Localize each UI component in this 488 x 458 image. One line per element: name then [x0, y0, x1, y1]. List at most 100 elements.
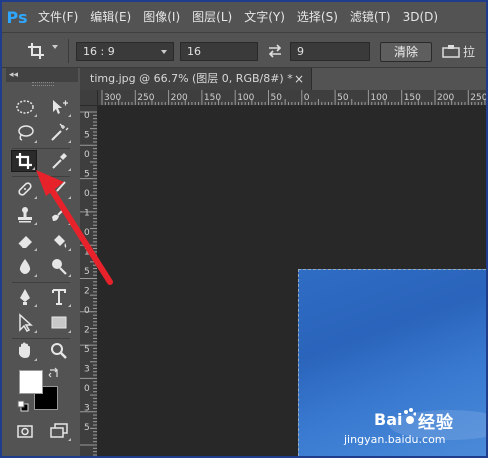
ruler-label: 150 — [204, 93, 221, 103]
swap-colors-icon[interactable] — [48, 367, 60, 379]
quick-mask-button[interactable] — [12, 420, 38, 442]
foreground-color-swatch[interactable] — [19, 370, 43, 394]
eyedropper-icon — [52, 153, 67, 169]
history-brush-tool[interactable] — [46, 204, 72, 226]
dodge-icon — [52, 259, 67, 275]
hand-tool[interactable] — [12, 340, 38, 362]
horizontal-ruler[interactable]: 30025020015010050050100150200250300 — [98, 90, 486, 106]
menu-filter[interactable]: 滤镜(T) — [344, 2, 397, 32]
pen-tool[interactable] — [12, 286, 38, 308]
ruler-label: 200 — [171, 93, 188, 103]
ruler-label: 1 — [84, 209, 90, 219]
default-colors-icon[interactable] — [17, 400, 29, 412]
crop-tool-preset-icon[interactable] — [26, 41, 48, 61]
baidu-paw-logo: Bai — [374, 408, 416, 429]
ruler-label: 0 — [84, 111, 90, 121]
straighten-label[interactable]: 拉 — [463, 43, 475, 60]
menu-select[interactable]: 选择(S) — [291, 2, 344, 32]
ruler-label: 0 — [84, 150, 90, 160]
brush-icon — [52, 181, 66, 196]
blur-icon — [19, 259, 31, 274]
canvas-workspace[interactable]: Bai 经验 jingyan.baidu.com — [98, 106, 486, 456]
ruler-label: 0 — [84, 384, 90, 394]
divider — [12, 338, 70, 339]
divider — [12, 176, 70, 177]
photoshop-window: Ps 文件(F) 编辑(E) 图像(I) 图层(L) 文字(Y) 选择(S) 滤… — [2, 2, 486, 456]
paint-bucket-icon — [54, 235, 67, 248]
bandage-icon — [18, 182, 32, 196]
close-tab-icon[interactable]: × — [294, 68, 304, 90]
app-logo: Ps — [6, 7, 28, 27]
ruler-label: 300 — [104, 93, 121, 103]
ruler-label: 5 — [84, 423, 90, 433]
document-tab[interactable]: timg.jpg @ 66.7% (图层 0, RGB/8#) * × — [80, 68, 312, 90]
quick-mask-icon — [17, 425, 33, 438]
ruler-origin[interactable] — [80, 90, 98, 106]
ruler-label: 5 — [84, 345, 90, 355]
menu-edit[interactable]: 编辑(E) — [84, 2, 137, 32]
hand-icon — [19, 342, 30, 358]
menu-3d[interactable]: 3D(D) — [397, 2, 444, 32]
tool-preset-caret-icon[interactable] — [52, 45, 58, 49]
horizontal-ruler-ticks: 30025020015010050050100150200250300 — [101, 90, 486, 105]
type-icon — [52, 289, 66, 305]
ruler-label: 5 — [84, 170, 90, 180]
tools-panel-header: ◂◂ — [6, 68, 78, 82]
menu-file[interactable]: 文件(F) — [32, 2, 84, 32]
eraser-tool[interactable] — [12, 230, 38, 252]
move-tool[interactable] — [46, 96, 72, 118]
zoom-icon — [51, 343, 67, 359]
divider — [12, 282, 70, 283]
clone-stamp-tool[interactable] — [12, 204, 38, 226]
ruler-label: 0 — [304, 93, 310, 103]
ratio-width-input[interactable]: 16 — [180, 42, 258, 61]
options-bar: 16 : 9 16 9 清除 拉 — [2, 32, 486, 68]
crop-tool[interactable] — [11, 150, 37, 172]
panel-grip[interactable] — [32, 82, 54, 86]
type-tool[interactable] — [46, 286, 72, 308]
ruler-label: 50 — [271, 93, 283, 103]
pen-icon — [20, 289, 30, 305]
ruler-label: 5 — [84, 267, 90, 277]
crop-icon — [16, 153, 32, 169]
aspect-ratio-select[interactable]: 16 : 9 — [76, 42, 174, 61]
vertical-ruler[interactable]: 0 5 0 5 0 1 0 1 5 2 0 2 5 3 0 3 5 — [80, 106, 98, 456]
ruler-label: 0 — [84, 228, 90, 238]
rectangle-icon — [51, 316, 67, 329]
dodge-tool[interactable] — [46, 256, 72, 278]
watermark-url: jingyan.baidu.com — [344, 433, 446, 446]
marquee-tool[interactable] — [12, 96, 38, 118]
brush-tool[interactable] — [46, 178, 72, 200]
menu-image[interactable]: 图像(I) — [137, 2, 186, 32]
ruler-label: 200 — [437, 93, 454, 103]
screen-mode-button[interactable] — [46, 420, 72, 442]
paint-bucket-tool[interactable] — [46, 230, 72, 252]
menu-layer[interactable]: 图层(L) — [186, 2, 238, 32]
ruler-label: 2 — [84, 287, 90, 297]
history-brush-icon — [52, 207, 66, 221]
ruler-label: 100 — [370, 93, 387, 103]
collapse-icon[interactable]: ◂◂ — [9, 68, 18, 82]
blur-tool[interactable] — [12, 256, 38, 278]
menu-type[interactable]: 文字(Y) — [238, 2, 291, 32]
path-selection-tool[interactable] — [12, 312, 38, 334]
menu-bar: Ps 文件(F) 编辑(E) 图像(I) 图层(L) 文字(Y) 选择(S) 滤… — [2, 2, 486, 32]
magic-wand-tool[interactable] — [46, 122, 72, 144]
ruler-label: 1 — [84, 248, 90, 258]
rectangle-tool[interactable] — [46, 312, 72, 334]
ruler-label: 250 — [470, 93, 486, 103]
straighten-icon[interactable] — [442, 43, 460, 59]
eyedropper-tool[interactable] — [46, 150, 72, 172]
clear-button[interactable]: 清除 — [380, 42, 432, 62]
lasso-tool[interactable] — [12, 122, 38, 144]
tools-panel: ◂◂ — [6, 68, 78, 456]
ruler-label: 3 — [84, 404, 90, 414]
zoom-tool[interactable] — [46, 340, 72, 362]
elliptical-marquee-icon — [16, 100, 34, 114]
ruler-label: 250 — [137, 93, 154, 103]
swap-dimensions-icon[interactable] — [266, 42, 284, 60]
ratio-height-input[interactable]: 9 — [290, 42, 370, 61]
ruler-label: 150 — [404, 93, 421, 103]
spot-healing-tool[interactable] — [12, 178, 38, 200]
divider — [68, 39, 69, 63]
